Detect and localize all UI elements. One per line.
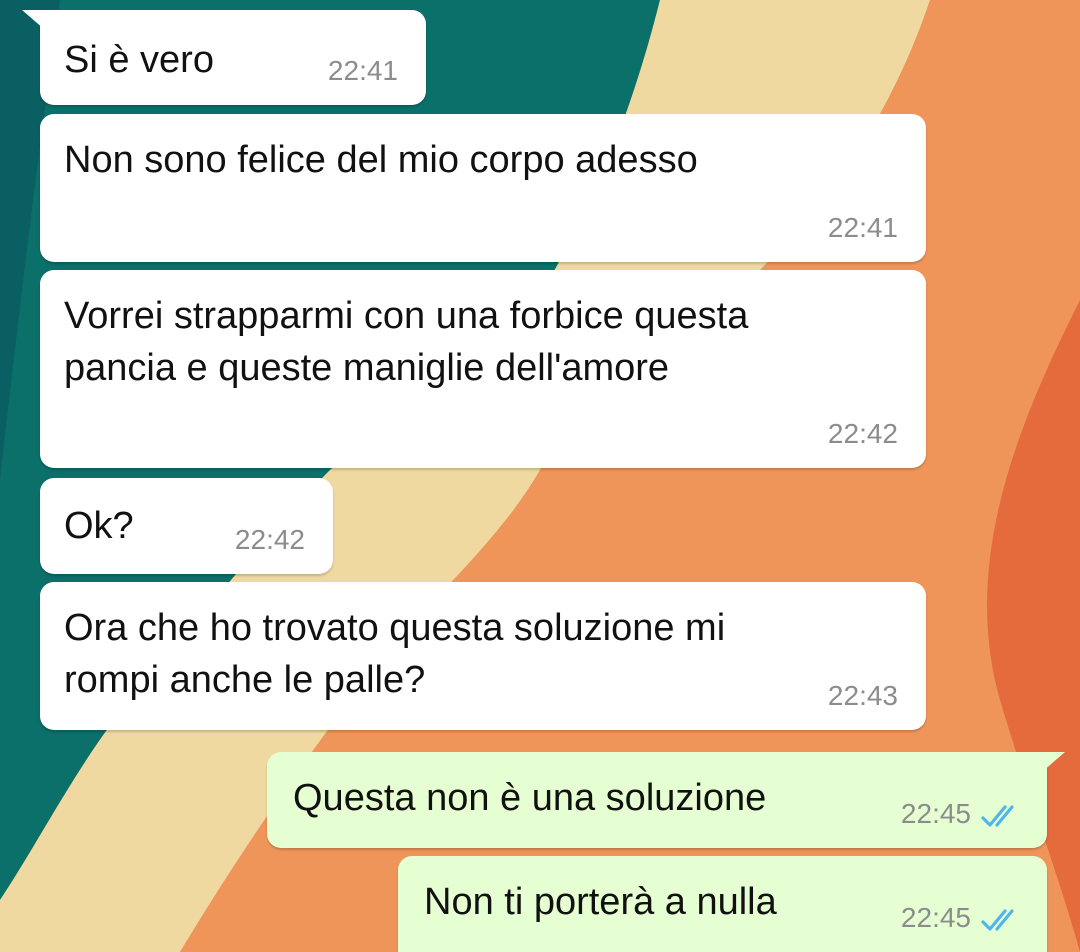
message-bubble-incoming[interactable]: Vorrei strapparmi con una forbice questa… (40, 270, 926, 468)
message-bubble-incoming[interactable]: Ok? 22:42 (40, 478, 333, 574)
message-time: 22:41 (327, 55, 398, 86)
message-time: 22:45 (900, 798, 971, 829)
message-text: Questa non è una soluzione (293, 777, 767, 819)
double-check-icon (981, 909, 1014, 931)
message-text: Si è vero (64, 39, 214, 81)
message-time: 22:42 (234, 524, 305, 555)
message-text: Ok? (64, 505, 134, 547)
message-time: 22:42 (827, 418, 898, 449)
message-bubble-outgoing[interactable]: Questa non è una soluzione 22:45 (267, 752, 1065, 848)
message-text: Vorrei strapparmi con una forbice questa… (64, 295, 749, 389)
bubble-tail (1035, 752, 1065, 778)
double-check-icon (981, 805, 1014, 827)
message-bubble-outgoing[interactable]: Non ti porterà a nulla 22:45 (398, 856, 1047, 952)
message-time: 22:41 (827, 212, 898, 243)
message-time: 22:45 (900, 902, 971, 933)
message-text: Non ti porterà a nulla (424, 881, 777, 923)
message-time: 22:43 (827, 680, 898, 711)
message-bubble-incoming[interactable]: Non sono felice del mio corpo adesso 22:… (40, 114, 926, 262)
message-text: Ora che ho trovato questa soluzione mi r… (64, 607, 726, 701)
message-text: Non sono felice del mio corpo adesso (64, 139, 698, 181)
message-bubble-incoming[interactable]: Ora che ho trovato questa soluzione mi r… (40, 582, 926, 730)
message-bubble-incoming[interactable]: Si è vero 22:41 (22, 10, 426, 105)
bubble-tail (22, 10, 52, 36)
